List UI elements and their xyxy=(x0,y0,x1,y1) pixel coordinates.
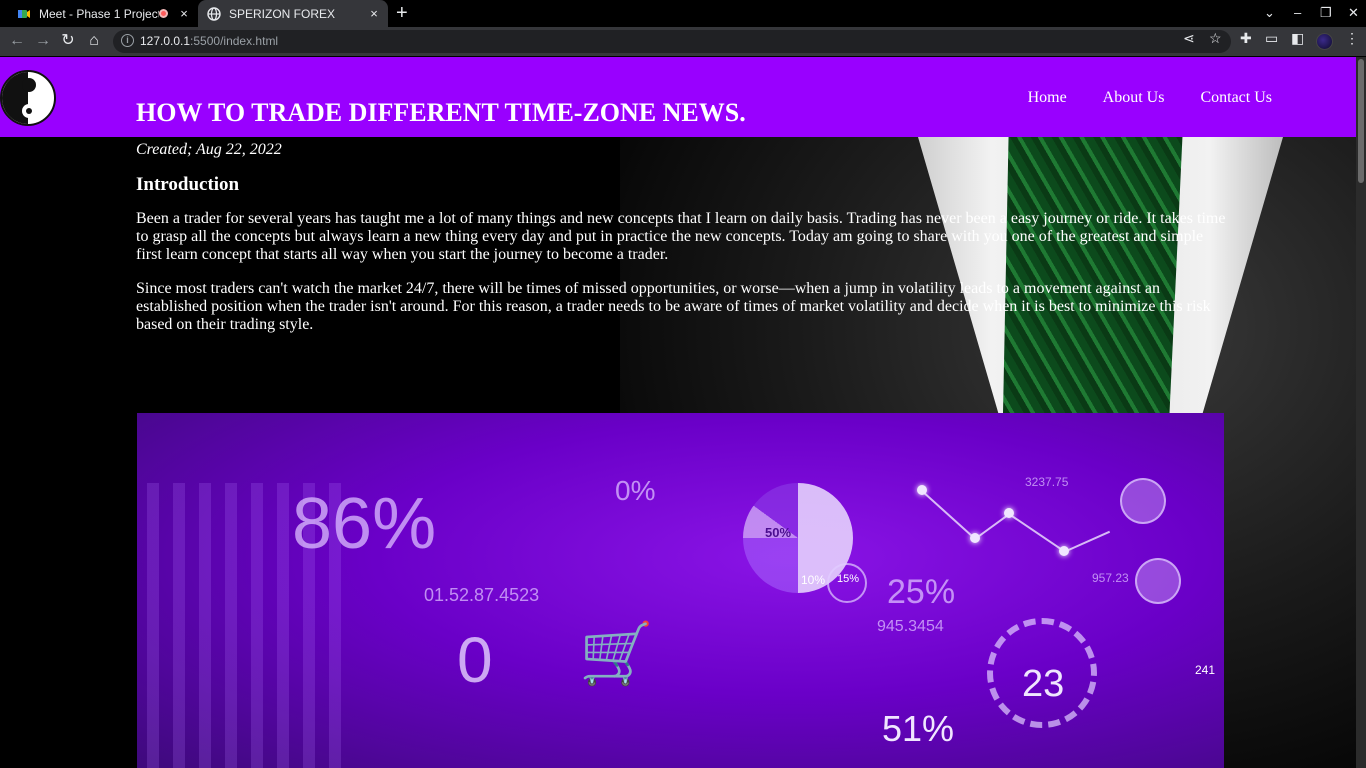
menu-icon[interactable]: ⋮ xyxy=(1345,30,1359,47)
article-hero-image: 86% 0% 01.52.87.4523 50% 10% 15% 25% 945… xyxy=(137,413,1224,768)
logo-dot-dark xyxy=(22,78,36,92)
tab-title: Meet - Phase 1 Project Pre xyxy=(39,6,159,21)
hero-text: 3237.75 xyxy=(1025,475,1069,489)
article-title: HOW TO TRADE DIFFERENT TIME-ZONE NEWS. xyxy=(136,98,746,127)
hero-text: 23 xyxy=(1022,663,1065,705)
hero-text: 15% xyxy=(837,573,860,585)
article-date: Created; Aug 22, 2022 xyxy=(136,141,282,158)
article-body: HOW TO TRADE DIFFERENT TIME-ZONE NEWS. C… xyxy=(136,98,1226,350)
yin-yang-logo[interactable] xyxy=(0,70,56,126)
new-tab-button[interactable]: + xyxy=(396,3,408,23)
hero-text: 957.23 xyxy=(1092,571,1129,585)
url-path: :5500/index.html xyxy=(190,34,279,48)
logo-pip xyxy=(26,108,32,114)
bookmark-star-icon[interactable]: ☆ xyxy=(1209,30,1222,47)
tab-sperizon[interactable]: SPERIZON FOREX × xyxy=(198,0,388,27)
side-panel-icon[interactable]: ◧ xyxy=(1291,30,1304,47)
close-tab-icon[interactable]: × xyxy=(176,6,192,21)
hero-line xyxy=(974,514,1008,540)
globe-icon xyxy=(207,6,221,21)
profile-avatar[interactable] xyxy=(1316,33,1333,50)
close-tab-icon[interactable]: × xyxy=(366,6,382,21)
forward-icon[interactable]: → xyxy=(33,32,53,50)
hero-text: 241 xyxy=(1195,663,1216,677)
tab-title: SPERIZON FOREX xyxy=(229,6,336,21)
reload-icon[interactable]: ↻ xyxy=(58,32,78,50)
home-icon[interactable]: ⌂ xyxy=(84,32,104,50)
browser-tab-strip: Meet - Phase 1 Project Pre × SPERIZON FO… xyxy=(0,0,1366,27)
hero-text: 0% xyxy=(615,475,656,506)
hero-line xyxy=(1063,530,1111,553)
meet-icon xyxy=(17,7,31,21)
hero-user-icon xyxy=(1120,478,1166,524)
scrollbar-thumb[interactable] xyxy=(1358,59,1364,183)
back-icon[interactable]: ← xyxy=(7,32,27,50)
hero-text: 0 xyxy=(457,624,493,696)
web-page: Home About Us Contact Us HOW TO TRADE DI… xyxy=(0,57,1356,768)
hero-text: 50% xyxy=(765,525,792,540)
section-heading: Introduction xyxy=(136,174,240,195)
tab-search-icon[interactable]: ⌄ xyxy=(1264,5,1275,21)
hero-line xyxy=(1008,513,1065,552)
tab-meet[interactable]: Meet - Phase 1 Project Pre × xyxy=(8,0,198,27)
hero-text: 51% xyxy=(882,708,955,749)
hero-user-icon xyxy=(1135,558,1181,604)
restore-icon[interactable]: ❐ xyxy=(1320,5,1332,21)
hero-line xyxy=(921,490,975,539)
paragraph-2: Since most traders can't watch the marke… xyxy=(136,280,1211,333)
address-bar[interactable]: i 127.0.0.1:5500/index.html xyxy=(113,30,1231,53)
recording-icon xyxy=(159,9,168,18)
hero-text: 25% xyxy=(887,573,956,611)
paragraph-1: Been a trader for several years has taug… xyxy=(136,210,1226,263)
site-info-icon[interactable]: i xyxy=(121,34,134,47)
cast-icon[interactable]: ▭ xyxy=(1265,30,1278,47)
extensions-icon[interactable]: ✚ xyxy=(1240,30,1252,47)
url-text[interactable]: 127.0.0.1:5500/index.html xyxy=(140,34,278,48)
close-window-icon[interactable]: ✕ xyxy=(1348,5,1359,21)
shopping-cart-icon: 🛒 xyxy=(579,620,654,687)
share-icon[interactable]: ⋖ xyxy=(1183,30,1195,47)
minimize-icon[interactable]: – xyxy=(1294,5,1301,20)
hero-text: 10% xyxy=(801,573,826,587)
url-host: 127.0.0.1 xyxy=(140,34,191,48)
hero-text: 86% xyxy=(292,484,437,564)
page-scrollbar[interactable] xyxy=(1356,57,1366,768)
hero-text: 01.52.87.4523 xyxy=(424,585,540,605)
browser-toolbar: ← → ↻ ⌂ i 127.0.0.1:5500/index.html ⋖ ☆ … xyxy=(0,27,1366,56)
hero-text: 945.3454 xyxy=(877,618,944,635)
